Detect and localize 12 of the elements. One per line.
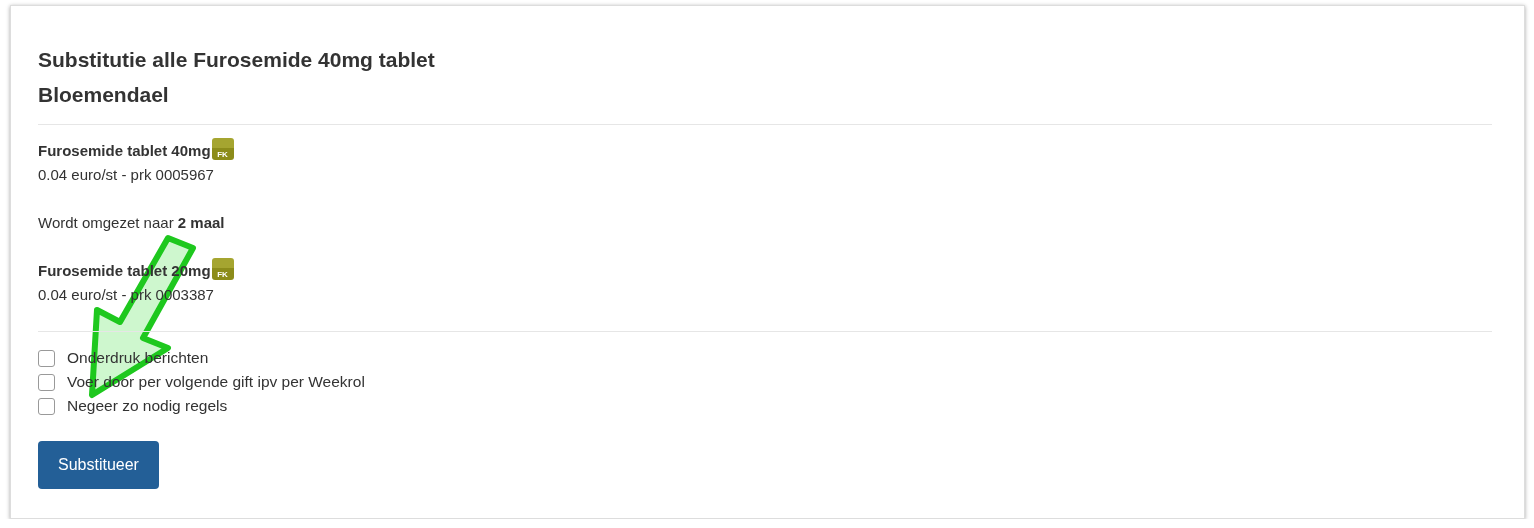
checkbox-label: Negeer zo nodig regels bbox=[67, 397, 228, 415]
product-price: 0.04 euro/st - prk 0005967 bbox=[38, 165, 215, 185]
page-title: Substitutie alle Furosemide 40mg tablet bbox=[38, 47, 436, 73]
checkbox[interactable] bbox=[38, 397, 55, 415]
checkbox[interactable] bbox=[38, 349, 55, 367]
formulary-badge: FK bbox=[211, 258, 234, 280]
product-name: Furosemide tablet 40mg bbox=[38, 141, 211, 161]
formulary-badge: FK bbox=[211, 138, 234, 160]
conversion-text: Wordt omgezet naar 2 maal bbox=[38, 213, 226, 233]
checkbox[interactable] bbox=[38, 373, 55, 391]
page-title: Bloemendael bbox=[38, 82, 170, 108]
substitute-button[interactable]: Substitueer bbox=[38, 441, 159, 489]
